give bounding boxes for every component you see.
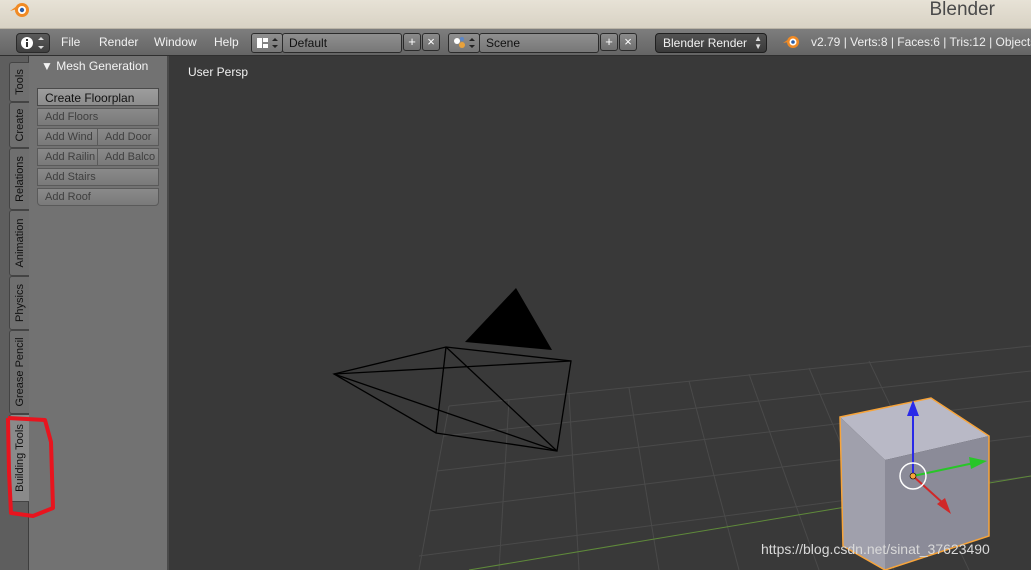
tab-create[interactable]: Create (9, 102, 31, 148)
scene-icon (454, 37, 475, 48)
scene-value: Scene (486, 36, 521, 50)
create-floorplan-button[interactable]: Create Floorplan (37, 88, 159, 106)
updown-arrows-icon: ▲ ▼ (754, 34, 762, 51)
info-header: File Render Window Help Default + × Scen… (0, 29, 1031, 56)
tab-animation[interactable]: Animation (9, 210, 31, 276)
menu-render[interactable]: Render (99, 35, 138, 49)
camera-object[interactable] (332, 346, 572, 452)
tab-physics[interactable]: Physics (9, 276, 31, 330)
viewport-perspective-label: User Persp (188, 65, 249, 79)
collapse-triangle-icon: ▼ (41, 59, 53, 73)
screen-layout-browse-button[interactable] (251, 33, 283, 53)
camera-up-triangle (465, 288, 552, 350)
blender-logo-icon (783, 36, 799, 48)
red-highlight-annotation (6, 416, 55, 518)
window-title: Blender (929, 0, 996, 20)
scene-browse-button[interactable] (448, 33, 480, 53)
blender-logo-icon (10, 3, 29, 17)
menu-window[interactable]: Window (154, 35, 197, 49)
tab-tools[interactable]: Tools (9, 62, 31, 102)
layout-grid-icon (257, 38, 278, 48)
add-scene-button[interactable]: + (600, 33, 618, 51)
watermark-text: https://blog.csdn.net/sinat_37623490 (761, 541, 990, 557)
scene-field[interactable]: Scene (479, 33, 599, 53)
screen-layout-value: Default (289, 36, 328, 50)
delete-scene-button[interactable]: × (619, 33, 637, 51)
add-railing-button[interactable]: Add Railin (37, 148, 98, 166)
close-icon: × (624, 34, 632, 49)
add-door-button[interactable]: Add Door (97, 128, 159, 146)
tab-grease-pencil[interactable]: Grease Pencil (9, 330, 31, 414)
title-bar: Blender (0, 0, 1031, 29)
add-roof-button[interactable]: Add Roof (37, 188, 159, 206)
plus-icon: + (605, 34, 613, 49)
delete-screen-button[interactable]: × (422, 33, 440, 51)
plus-icon: + (408, 34, 416, 49)
render-engine-value: Blender Render (663, 36, 748, 50)
panel-title: Mesh Generation (56, 59, 149, 73)
add-stairs-button[interactable]: Add Stairs (37, 168, 159, 186)
menu-help[interactable]: Help (214, 35, 239, 49)
3d-viewport[interactable]: User Persp https://blog.csdn.net/sinat_3… (169, 56, 1031, 570)
menu-file[interactable]: File (61, 35, 80, 49)
add-window-button[interactable]: Add Wind (37, 128, 98, 146)
add-screen-button[interactable]: + (403, 33, 421, 51)
screen-layout-field[interactable]: Default (282, 33, 402, 53)
close-icon: × (427, 34, 435, 49)
viewport-scene (332, 288, 1031, 570)
scene-statistics: v2.79 | Verts:8 | Faces:6 | Tris:12 | Ob… (811, 35, 1031, 49)
add-balcony-button[interactable]: Add Balco (97, 148, 159, 166)
add-floors-button[interactable]: Add Floors (37, 108, 159, 126)
render-engine-select[interactable]: Blender Render ▲ ▼ (655, 33, 767, 53)
editor-type-button[interactable] (16, 33, 50, 53)
tab-relations[interactable]: Relations (9, 148, 31, 210)
panel-header[interactable]: ▼ Mesh Generation (41, 59, 148, 73)
info-icon (21, 37, 44, 49)
